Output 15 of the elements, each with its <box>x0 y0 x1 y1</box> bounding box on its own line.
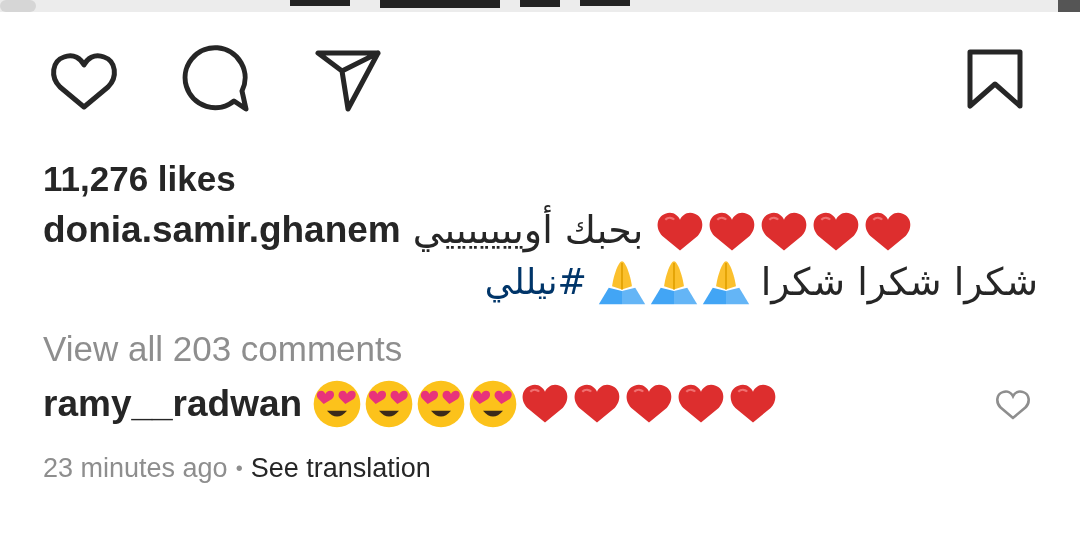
hashtag-link[interactable]: #نيللي <box>484 262 587 302</box>
heart-eyes-face-icon <box>468 379 519 429</box>
bookmark-button[interactable] <box>966 48 1024 112</box>
share-button[interactable] <box>314 47 382 113</box>
heart-eyes-face-icon <box>416 379 467 429</box>
heart-eyes-face-icon <box>312 379 363 429</box>
likes-count[interactable]: 11,276 likes <box>43 154 236 204</box>
comment-like-button[interactable] <box>994 387 1032 421</box>
username-link[interactable]: ramy__radwan <box>43 383 303 425</box>
see-translation-link[interactable]: See translation <box>250 452 431 484</box>
heart-eyes-face-icon <box>364 379 415 429</box>
caption-text: شكرا شكرا شكرا <box>760 260 1038 304</box>
username-link[interactable]: donia.samir.ghanem <box>43 209 401 251</box>
separator-dot: • <box>235 456 243 480</box>
comment-time: 23 minutes ago <box>43 452 228 484</box>
